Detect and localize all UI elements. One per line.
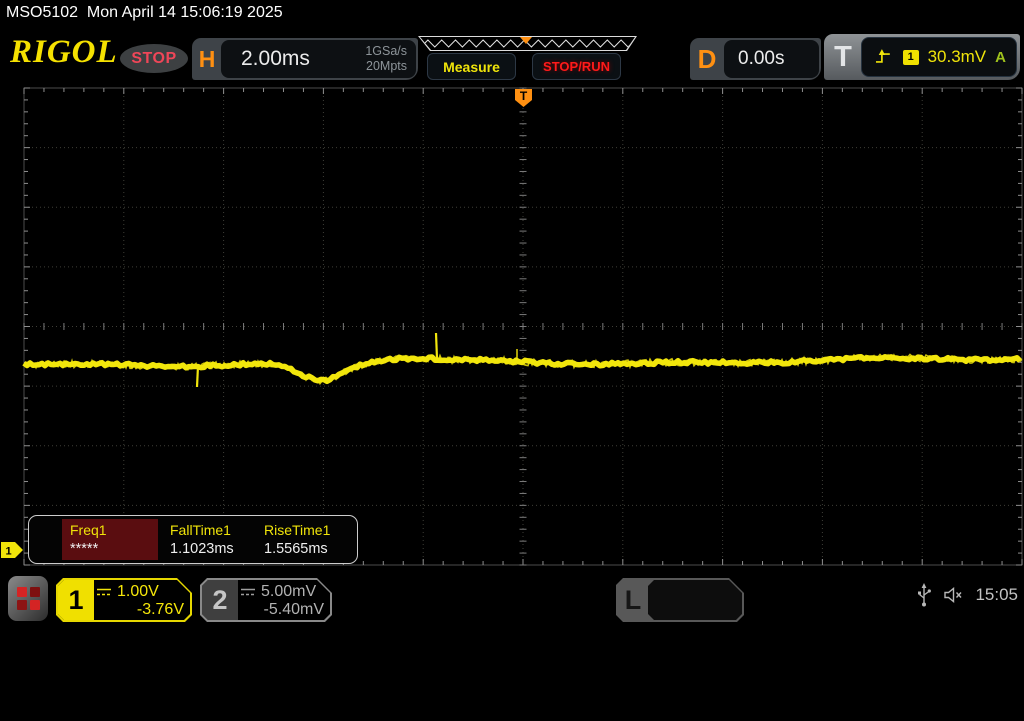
channel1-button[interactable]: 1 1.00V -3.76V bbox=[56, 578, 192, 622]
channel1-scale: 1.00V bbox=[117, 583, 159, 600]
measurement-name: FallTime1 bbox=[170, 522, 231, 538]
measurement-panel[interactable]: Freq1 ***** FallTime1 1.1023ms RiseTime1… bbox=[28, 515, 358, 564]
logic-channels-button[interactable]: L 0 1 2 3 4 5 6 7 8 9 1011 12131415 bbox=[616, 578, 744, 622]
dc-coupling-icon bbox=[96, 587, 112, 597]
display-menu-button[interactable] bbox=[8, 576, 48, 621]
measurement-risetime1[interactable]: RiseTime1 1.5565ms bbox=[256, 519, 352, 560]
measurement-freq1[interactable]: Freq1 ***** bbox=[62, 519, 158, 560]
measurement-name: Freq1 bbox=[70, 522, 107, 538]
clock: 15:05 bbox=[975, 585, 1018, 604]
usb-icon bbox=[918, 583, 932, 607]
channel1-number: 1 bbox=[58, 580, 94, 620]
logic-channels-row2: 8 9 1011 12131415 bbox=[692, 671, 798, 685]
svg-text:T: T bbox=[520, 89, 528, 103]
speaker-muted-icon[interactable] bbox=[942, 586, 965, 604]
measurement-name: RiseTime1 bbox=[264, 522, 331, 538]
logic-channels-row1: 0 1 2 3 4 5 6 7 bbox=[692, 620, 813, 634]
dc-coupling-icon bbox=[240, 587, 256, 597]
measurement-falltime1[interactable]: FallTime1 1.1023ms bbox=[162, 519, 254, 560]
measurement-value: 1.5565ms bbox=[264, 541, 328, 557]
graticule bbox=[23, 87, 1023, 566]
logic-label: L bbox=[624, 584, 642, 615]
channel2-inner: 2 5.00mV -5.40mV bbox=[202, 580, 330, 620]
channel2-button[interactable]: 2 5.00mV -5.40mV bbox=[200, 578, 332, 622]
channel1-offset: -3.76V bbox=[136, 601, 184, 618]
svg-text:1: 1 bbox=[5, 546, 11, 558]
channel2-scale: 5.00mV bbox=[261, 583, 317, 600]
logic-inner: 0 1 2 3 4 5 6 7 8 9 1011 12131415 bbox=[648, 580, 742, 620]
measurement-value: ***** bbox=[70, 541, 99, 557]
trigger-position-marker[interactable]: T bbox=[515, 89, 532, 107]
channel1-values: 1.00V -3.76V bbox=[96, 580, 184, 620]
channel1-inner: 1 1.00V -3.76V bbox=[58, 580, 190, 620]
bottom-status-bar: 1 1.00V -3.76V 2 5.00mV -5.40mV L 0 1 2 … bbox=[0, 570, 1024, 630]
channel2-offset: -5.40mV bbox=[263, 601, 324, 618]
measurement-value: 1.1023ms bbox=[170, 541, 234, 557]
four-squares-icon bbox=[16, 587, 40, 610]
ch1-level-marker[interactable]: 1 bbox=[1, 542, 23, 558]
ch1-waveform-trace bbox=[22, 332, 1023, 388]
channel2-number: 2 bbox=[202, 580, 238, 620]
channel2-values: 5.00mV -5.40mV bbox=[240, 580, 324, 620]
